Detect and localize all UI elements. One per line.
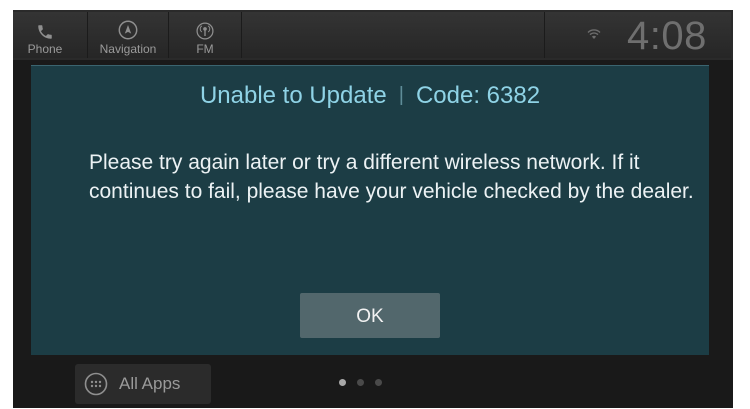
radio-icon xyxy=(196,22,214,40)
head-unit-screen: Phone Navigation FM 4:08 Unable to Updat… xyxy=(13,10,733,408)
page-indicator xyxy=(339,379,393,386)
top-segment xyxy=(242,12,545,58)
page-dot xyxy=(339,379,346,386)
error-code: Code: 6382 xyxy=(415,82,541,109)
error-dialog: Unable to Update | Code: 6382 Please try a… xyxy=(31,65,709,355)
status-bar: Phone Navigation FM 4:08 xyxy=(13,10,733,60)
navigation-button[interactable]: Navigation xyxy=(88,10,168,60)
phone-button[interactable]: Phone xyxy=(13,10,77,60)
clock: 4:08 xyxy=(627,14,707,58)
ok-button[interactable]: OK xyxy=(300,293,440,338)
fm-button[interactable]: FM xyxy=(169,10,241,60)
bottom-bar: All Apps xyxy=(13,360,733,408)
compass-icon xyxy=(118,20,138,40)
dialog-title-text: Unable to Update xyxy=(199,82,387,109)
page-dot xyxy=(357,379,364,386)
fm-label: FM xyxy=(196,42,214,56)
all-apps-button[interactable]: All Apps xyxy=(75,364,211,404)
dialog-message: Please try again later or try a differen… xyxy=(89,151,694,203)
all-apps-label: All Apps xyxy=(119,374,181,393)
phone-icon xyxy=(38,25,52,39)
dialog-title: Unable to Update | Code: 6382 xyxy=(31,82,709,110)
phone-label: Phone xyxy=(27,42,63,56)
title-separator: | xyxy=(398,84,404,106)
apps-grid-icon xyxy=(84,372,108,396)
navigation-label: Navigation xyxy=(99,42,157,56)
page-dot xyxy=(375,379,382,386)
wifi-icon xyxy=(587,29,601,39)
